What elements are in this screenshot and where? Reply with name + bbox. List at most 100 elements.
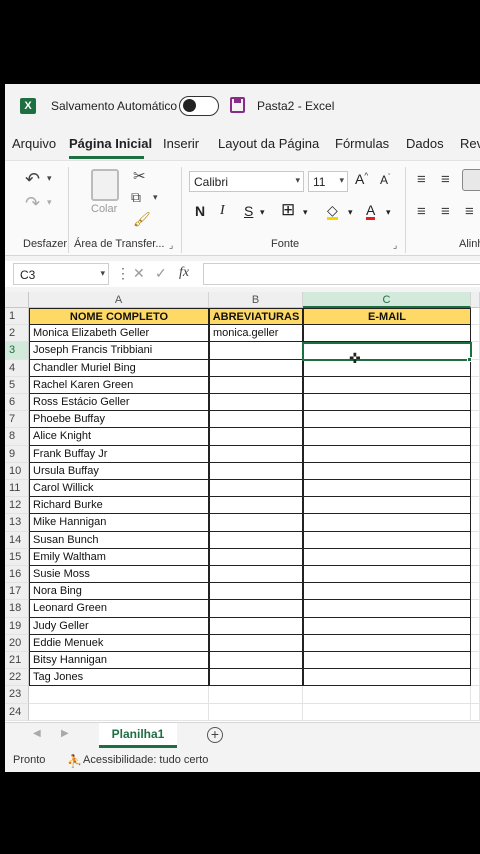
table-cell[interactable] — [303, 497, 471, 515]
table-cell[interactable] — [209, 617, 303, 635]
table-cell[interactable] — [303, 462, 471, 480]
row-header[interactable]: 15 — [5, 548, 29, 566]
empty-cell[interactable] — [471, 359, 480, 377]
table-cell[interactable]: Richard Burke — [29, 497, 209, 515]
undo-dropdown-icon[interactable]: ▾ — [47, 173, 52, 184]
underline-dropdown-icon[interactable]: ▾ — [260, 207, 265, 218]
empty-cell[interactable] — [471, 583, 480, 601]
save-icon[interactable] — [230, 97, 245, 113]
table-cell[interactable]: Rachel Karen Green — [29, 376, 209, 394]
prev-sheet-icon[interactable]: ◀ — [33, 728, 41, 739]
formula-input[interactable] — [203, 263, 480, 285]
table-cell[interactable]: Frank Buffay Jr — [29, 445, 209, 463]
empty-cell[interactable] — [471, 497, 480, 515]
table-cell[interactable] — [303, 514, 471, 532]
table-cell[interactable]: Leonard Green — [29, 600, 209, 618]
table-cell[interactable] — [303, 566, 471, 584]
increase-font-icon[interactable]: A^ — [355, 171, 368, 187]
empty-cell[interactable] — [29, 703, 209, 721]
empty-cell[interactable] — [471, 376, 480, 394]
row-header[interactable]: 17 — [5, 583, 29, 601]
name-box[interactable]: C3 ▾ — [13, 263, 109, 285]
table-cell[interactable] — [209, 514, 303, 532]
font-color-icon[interactable]: A — [366, 203, 376, 220]
table-cell[interactable] — [209, 669, 303, 687]
empty-cell[interactable] — [471, 548, 480, 566]
header-cell[interactable]: NOME COMPLETO — [29, 308, 209, 326]
table-cell[interactable] — [209, 480, 303, 498]
table-cell[interactable]: Chandler Muriel Bing — [29, 359, 209, 377]
tab-layout-da-pagina[interactable]: Layout da Página — [218, 136, 319, 151]
empty-cell[interactable] — [471, 342, 480, 360]
fill-color-icon[interactable]: ◇ — [327, 203, 338, 220]
font-launcher-icon[interactable]: ⌟ — [393, 240, 397, 251]
table-cell[interactable]: Carol Willick — [29, 480, 209, 498]
bold-icon[interactable]: N — [195, 203, 205, 219]
empty-cell[interactable] — [471, 634, 480, 652]
row-header[interactable]: 13 — [5, 514, 29, 532]
table-cell[interactable] — [209, 497, 303, 515]
table-cell[interactable] — [303, 617, 471, 635]
tab-formulas[interactable]: Fórmulas — [335, 136, 389, 151]
table-cell[interactable] — [209, 462, 303, 480]
clipboard-launcher-icon[interactable]: ⌟ — [169, 240, 173, 251]
table-cell[interactable] — [209, 652, 303, 670]
empty-cell[interactable] — [471, 411, 480, 429]
empty-cell[interactable] — [471, 394, 480, 412]
select-all-corner[interactable] — [5, 292, 29, 308]
align-center-icon[interactable]: ≡ — [441, 203, 450, 220]
table-cell[interactable] — [209, 376, 303, 394]
table-cell[interactable] — [303, 480, 471, 498]
table-cell[interactable]: Alice Knight — [29, 428, 209, 446]
table-cell[interactable] — [209, 445, 303, 463]
fill-dropdown-icon[interactable]: ▾ — [348, 207, 353, 218]
font-color-dropdown-icon[interactable]: ▾ — [386, 207, 391, 218]
redo-icon[interactable]: ↷ — [25, 193, 40, 214]
table-cell[interactable]: Susie Moss — [29, 566, 209, 584]
row-header[interactable]: 8 — [5, 428, 29, 446]
table-cell[interactable]: Eddie Menuek — [29, 634, 209, 652]
table-cell[interactable] — [209, 583, 303, 601]
empty-cell[interactable] — [209, 686, 303, 704]
table-cell[interactable]: Tag Jones — [29, 669, 209, 687]
tab-revisao[interactable]: Rev — [460, 136, 480, 151]
table-cell[interactable] — [209, 411, 303, 429]
table-cell[interactable] — [303, 411, 471, 429]
borders-icon[interactable]: ⊞ — [281, 200, 295, 220]
header-cell[interactable]: E-MAIL — [303, 308, 471, 326]
accessibility-status[interactable]: Acessibilidade: tudo certo — [83, 754, 208, 766]
tab-dados[interactable]: Dados — [406, 136, 444, 151]
insert-function-icon[interactable]: fx — [179, 265, 189, 281]
empty-cell[interactable] — [471, 462, 480, 480]
column-header-c[interactable]: C — [303, 292, 471, 308]
table-cell[interactable]: Mike Hannigan — [29, 514, 209, 532]
empty-cell[interactable] — [303, 686, 471, 704]
table-cell[interactable] — [303, 531, 471, 549]
column-header-a[interactable]: A — [29, 292, 209, 308]
row-header[interactable]: 1 — [5, 308, 29, 326]
row-header[interactable]: 4 — [5, 359, 29, 377]
table-cell[interactable]: Ross Estácio Geller — [29, 394, 209, 412]
table-cell[interactable]: Judy Geller — [29, 617, 209, 635]
row-header[interactable]: 21 — [5, 652, 29, 670]
empty-cell[interactable] — [471, 308, 480, 326]
row-header[interactable]: 24 — [5, 703, 29, 721]
row-header[interactable]: 5 — [5, 376, 29, 394]
table-cell[interactable] — [303, 376, 471, 394]
italic-icon[interactable]: I — [220, 203, 225, 219]
header-cell[interactable]: ABREVIATURAS — [209, 308, 303, 326]
row-header[interactable]: 6 — [5, 394, 29, 412]
table-cell[interactable]: Phoebe Buffay — [29, 411, 209, 429]
table-cell[interactable] — [303, 325, 471, 343]
cancel-icon[interactable]: ✕ — [133, 265, 145, 282]
column-header-d[interactable] — [471, 292, 480, 308]
sheet-tab-planilha1[interactable]: Planilha1 — [99, 723, 177, 748]
empty-cell[interactable] — [471, 669, 480, 687]
font-name-select[interactable]: Calibri ▾ — [189, 171, 304, 192]
row-header[interactable]: 18 — [5, 600, 29, 618]
empty-cell[interactable] — [471, 617, 480, 635]
table-cell[interactable]: Susan Bunch — [29, 531, 209, 549]
empty-cell[interactable] — [471, 428, 480, 446]
row-header[interactable]: 10 — [5, 462, 29, 480]
format-painter-icon[interactable]: 🖌 — [133, 211, 151, 228]
